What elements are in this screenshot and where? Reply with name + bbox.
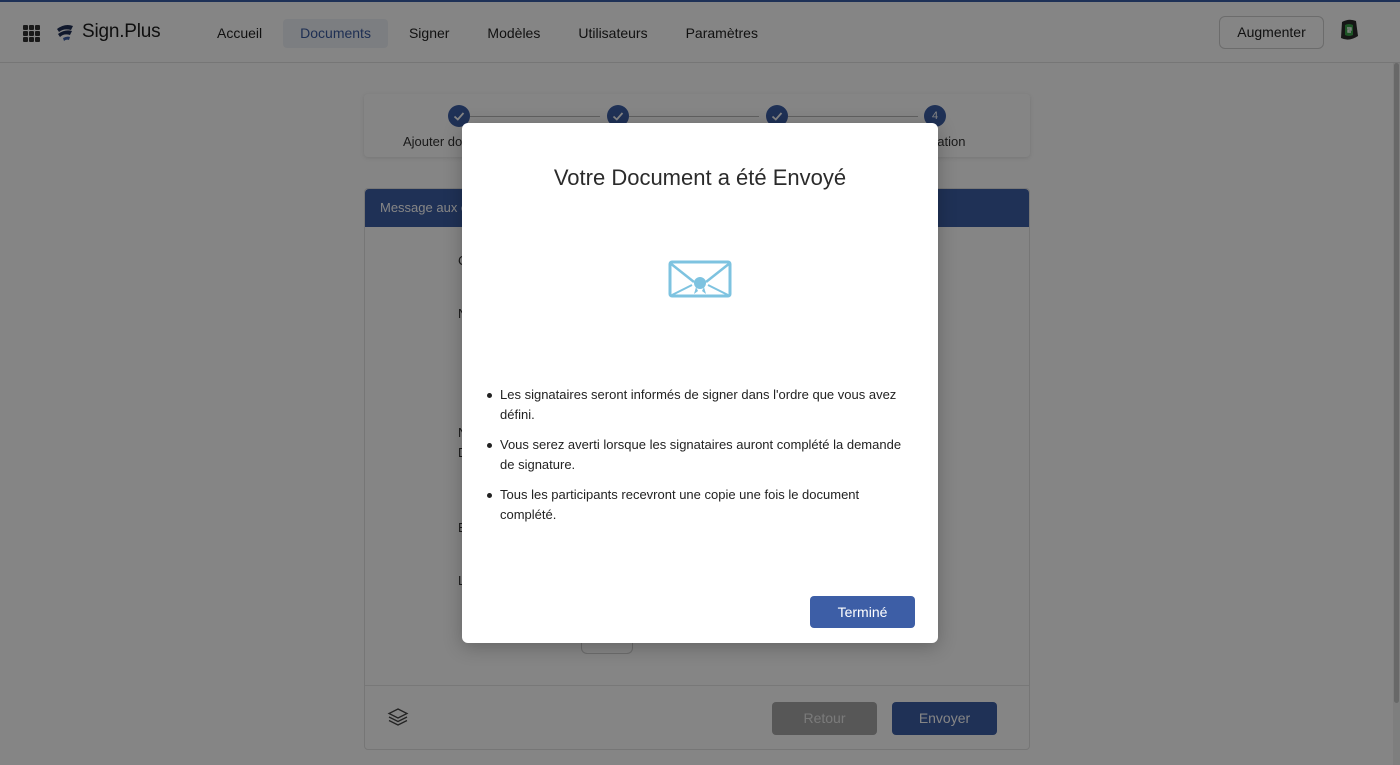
list-item: Tous les participants recevront une copi…: [487, 485, 904, 525]
document-sent-dialog: Votre Document a été Envoyé Les signatai…: [462, 123, 938, 643]
dialog-title: Votre Document a été Envoyé: [553, 165, 847, 190]
list-item: Les signataires seront informés de signe…: [487, 385, 904, 425]
envelope-seal-icon: [668, 260, 732, 298]
dialog-info-list: Les signataires seront informés de signe…: [487, 385, 904, 535]
done-button[interactable]: Terminé: [810, 596, 915, 628]
list-item: Vous serez averti lorsque les signataire…: [487, 435, 904, 475]
